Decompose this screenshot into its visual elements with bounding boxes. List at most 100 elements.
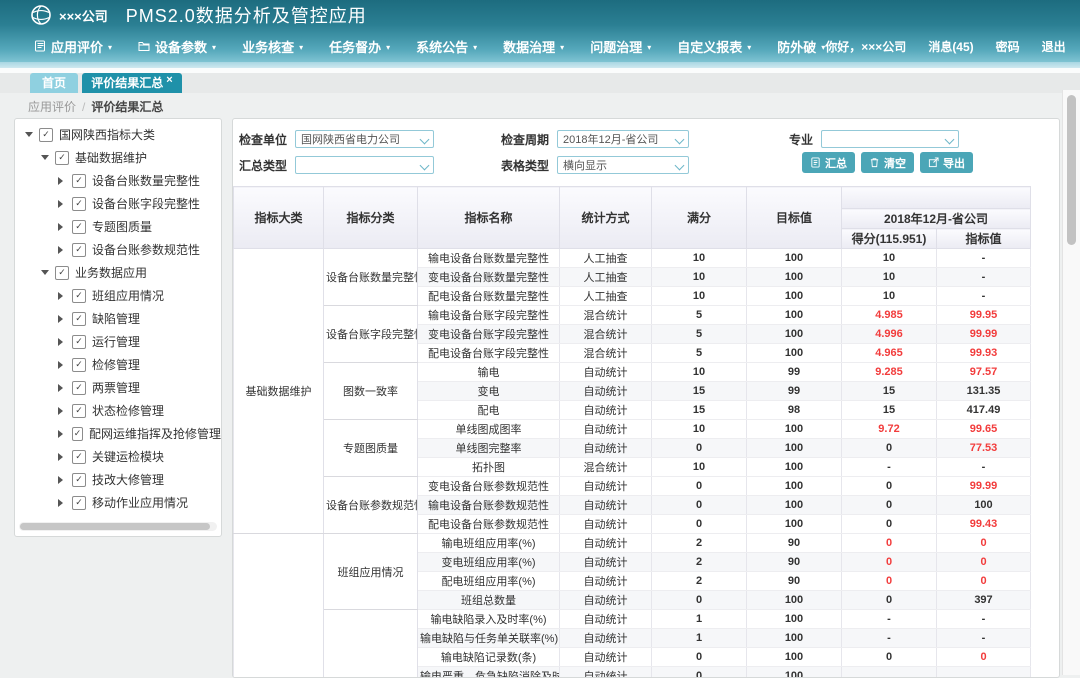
tree-item-运行管理[interactable]: ✓运行管理 [15, 330, 221, 353]
chevron-down-icon[interactable] [41, 270, 49, 275]
full-score-cell: 1 [652, 610, 747, 629]
filter-select-汇总类型[interactable] [295, 156, 434, 174]
chevron-right-icon[interactable] [58, 361, 63, 369]
tree-item-检修管理[interactable]: ✓检修管理 [15, 353, 221, 376]
nav-item-4[interactable]: 任务督办▾ [329, 37, 390, 56]
period-header-spacer [842, 187, 1031, 209]
chevron-down-icon[interactable] [25, 132, 33, 137]
nav-item-7[interactable]: 问题治理▾ [590, 37, 651, 56]
indicator-name-cell: 配电设备台账数量完整性 [418, 287, 560, 306]
nav-item-3[interactable]: 业务核查▾ [242, 37, 303, 56]
full-score-cell: 2 [652, 534, 747, 553]
tab-close-icon[interactable]: × [166, 74, 172, 86]
checkbox-checked[interactable]: ✓ [72, 197, 86, 211]
nav-item-6[interactable]: 数据治理▾ [503, 37, 564, 56]
checkbox-checked[interactable]: ✓ [72, 427, 83, 441]
tree-item-两票管理[interactable]: ✓两票管理 [15, 376, 221, 399]
清空-button[interactable]: 清空 [861, 152, 914, 173]
tree-item-配网运维指挥及抢修管理[interactable]: ✓配网运维指挥及抢修管理 [15, 422, 221, 445]
filter-select-检查周期[interactable]: 2018年12月-省公司 [557, 130, 689, 148]
checkbox-checked[interactable]: ✓ [72, 381, 86, 395]
target-value-cell: 99 [747, 382, 842, 401]
chevron-right-icon[interactable] [58, 200, 63, 208]
nav-item-2[interactable]: 设备参数▾ [138, 37, 216, 56]
select-value: 2018年12月-省公司 [563, 134, 658, 146]
checkbox-checked[interactable]: ✓ [72, 174, 86, 188]
chevron-right-icon[interactable] [58, 499, 63, 507]
checkbox-checked[interactable]: ✓ [72, 220, 86, 234]
page-vertical-scrollbar[interactable] [1062, 90, 1080, 675]
target-value-cell: 100 [747, 648, 842, 667]
tab-home[interactable]: 首页 [30, 73, 78, 93]
tree-item-班组应用情况[interactable]: ✓班组应用情况 [15, 284, 221, 307]
checkbox-checked[interactable]: ✓ [72, 312, 86, 326]
checkbox-checked[interactable]: ✓ [72, 243, 86, 257]
nav-item-1[interactable]: 应用评价▾ [34, 37, 112, 56]
checkbox-checked[interactable]: ✓ [72, 335, 86, 349]
nav-item-8[interactable]: 自定义报表▾ [677, 37, 751, 56]
chevron-right-icon[interactable] [58, 315, 63, 323]
filter-select-表格类型[interactable]: 横向显示 [557, 156, 689, 174]
checkbox-checked[interactable]: ✓ [72, 358, 86, 372]
sidebar-horizontal-scrollbar[interactable] [19, 522, 217, 531]
select-value: 国网陕西省电力公司 [301, 134, 400, 146]
target-value-cell: 99 [747, 363, 842, 382]
tree-item-label: 国网陕西指标大类 [59, 126, 155, 143]
checkbox-checked[interactable]: ✓ [72, 289, 86, 303]
checkbox-checked[interactable]: ✓ [72, 404, 86, 418]
password-link[interactable]: 密码 [996, 38, 1020, 55]
indicator-value-cell: 417.49 [937, 401, 1031, 420]
method-cell: 自动统计 [560, 648, 652, 667]
tab-eval-summary[interactable]: 评价结果汇总× [82, 73, 182, 93]
chevron-right-icon[interactable] [58, 223, 63, 231]
tree-item-label: 业务数据应用 [75, 264, 147, 281]
group-cell: 设备台账数量完整性 [324, 249, 418, 306]
tree-item-业务数据应用[interactable]: ✓ 业务数据应用 [15, 261, 221, 284]
logout-link[interactable]: 退出 [1042, 38, 1066, 55]
tree-item-技改大修管理[interactable]: ✓技改大修管理 [15, 468, 221, 491]
full-score-cell: 10 [652, 249, 747, 268]
chevron-right-icon[interactable] [58, 407, 63, 415]
tab-home-label: 首页 [42, 76, 66, 90]
filter-select-检查单位[interactable]: 国网陕西省电力公司 [295, 130, 434, 148]
导出-button[interactable]: 导出 [920, 152, 973, 173]
tree-item-状态检修管理[interactable]: ✓状态检修管理 [15, 399, 221, 422]
nav-item-9[interactable]: 防外破▾ [777, 37, 825, 56]
chevron-down-icon[interactable] [41, 155, 49, 160]
chevron-right-icon[interactable] [58, 430, 63, 438]
table-row: 输电缺陷录入及时率(%)自动统计1100-- [234, 610, 1031, 629]
chevron-down-icon: ▾ [747, 43, 751, 52]
scrollbar-thumb[interactable] [20, 523, 210, 530]
tree-item-设备台账数量完整性[interactable]: ✓设备台账数量完整性 [15, 169, 221, 192]
checkbox-checked[interactable]: ✓ [39, 128, 53, 142]
score-cell: 0 [842, 515, 937, 534]
full-score-cell: 0 [652, 496, 747, 515]
score-cell: - [842, 610, 937, 629]
汇总-button[interactable]: 汇总 [802, 152, 855, 173]
tree-item-专题图质量[interactable]: ✓专题图质量 [15, 215, 221, 238]
scrollbar-thumb[interactable] [1067, 95, 1076, 245]
chevron-right-icon[interactable] [58, 476, 63, 484]
tree-item-设备台账参数规范性[interactable]: ✓设备台账参数规范性 [15, 238, 221, 261]
checkbox-checked[interactable]: ✓ [55, 266, 69, 280]
tree-item-关键运检模块[interactable]: ✓关键运检模块 [15, 445, 221, 468]
tree-item-国网陕西指标大类[interactable]: ✓ 国网陕西指标大类 [15, 123, 221, 146]
chevron-right-icon[interactable] [58, 246, 63, 254]
tree-item-缺陷管理[interactable]: ✓缺陷管理 [15, 307, 221, 330]
filter-select-专业[interactable] [821, 130, 959, 148]
tree-item-设备台账字段完整性[interactable]: ✓设备台账字段完整性 [15, 192, 221, 215]
tree-item-移动作业应用情况[interactable]: ✓移动作业应用情况 [15, 491, 221, 514]
messages-link[interactable]: 消息(45) [928, 38, 973, 55]
chevron-right-icon[interactable] [58, 384, 63, 392]
checkbox-checked[interactable]: ✓ [72, 496, 86, 510]
chevron-right-icon[interactable] [58, 453, 63, 461]
chevron-right-icon[interactable] [58, 338, 63, 346]
checkbox-checked[interactable]: ✓ [72, 450, 86, 464]
checkbox-checked[interactable]: ✓ [72, 473, 86, 487]
chevron-down-icon: ▾ [386, 43, 390, 52]
tree-item-基础数据维护[interactable]: ✓基础数据维护 [15, 146, 221, 169]
nav-item-5[interactable]: 系统公告▾ [416, 37, 477, 56]
chevron-right-icon[interactable] [58, 177, 63, 185]
chevron-right-icon[interactable] [58, 292, 63, 300]
checkbox-checked[interactable]: ✓ [55, 151, 69, 165]
